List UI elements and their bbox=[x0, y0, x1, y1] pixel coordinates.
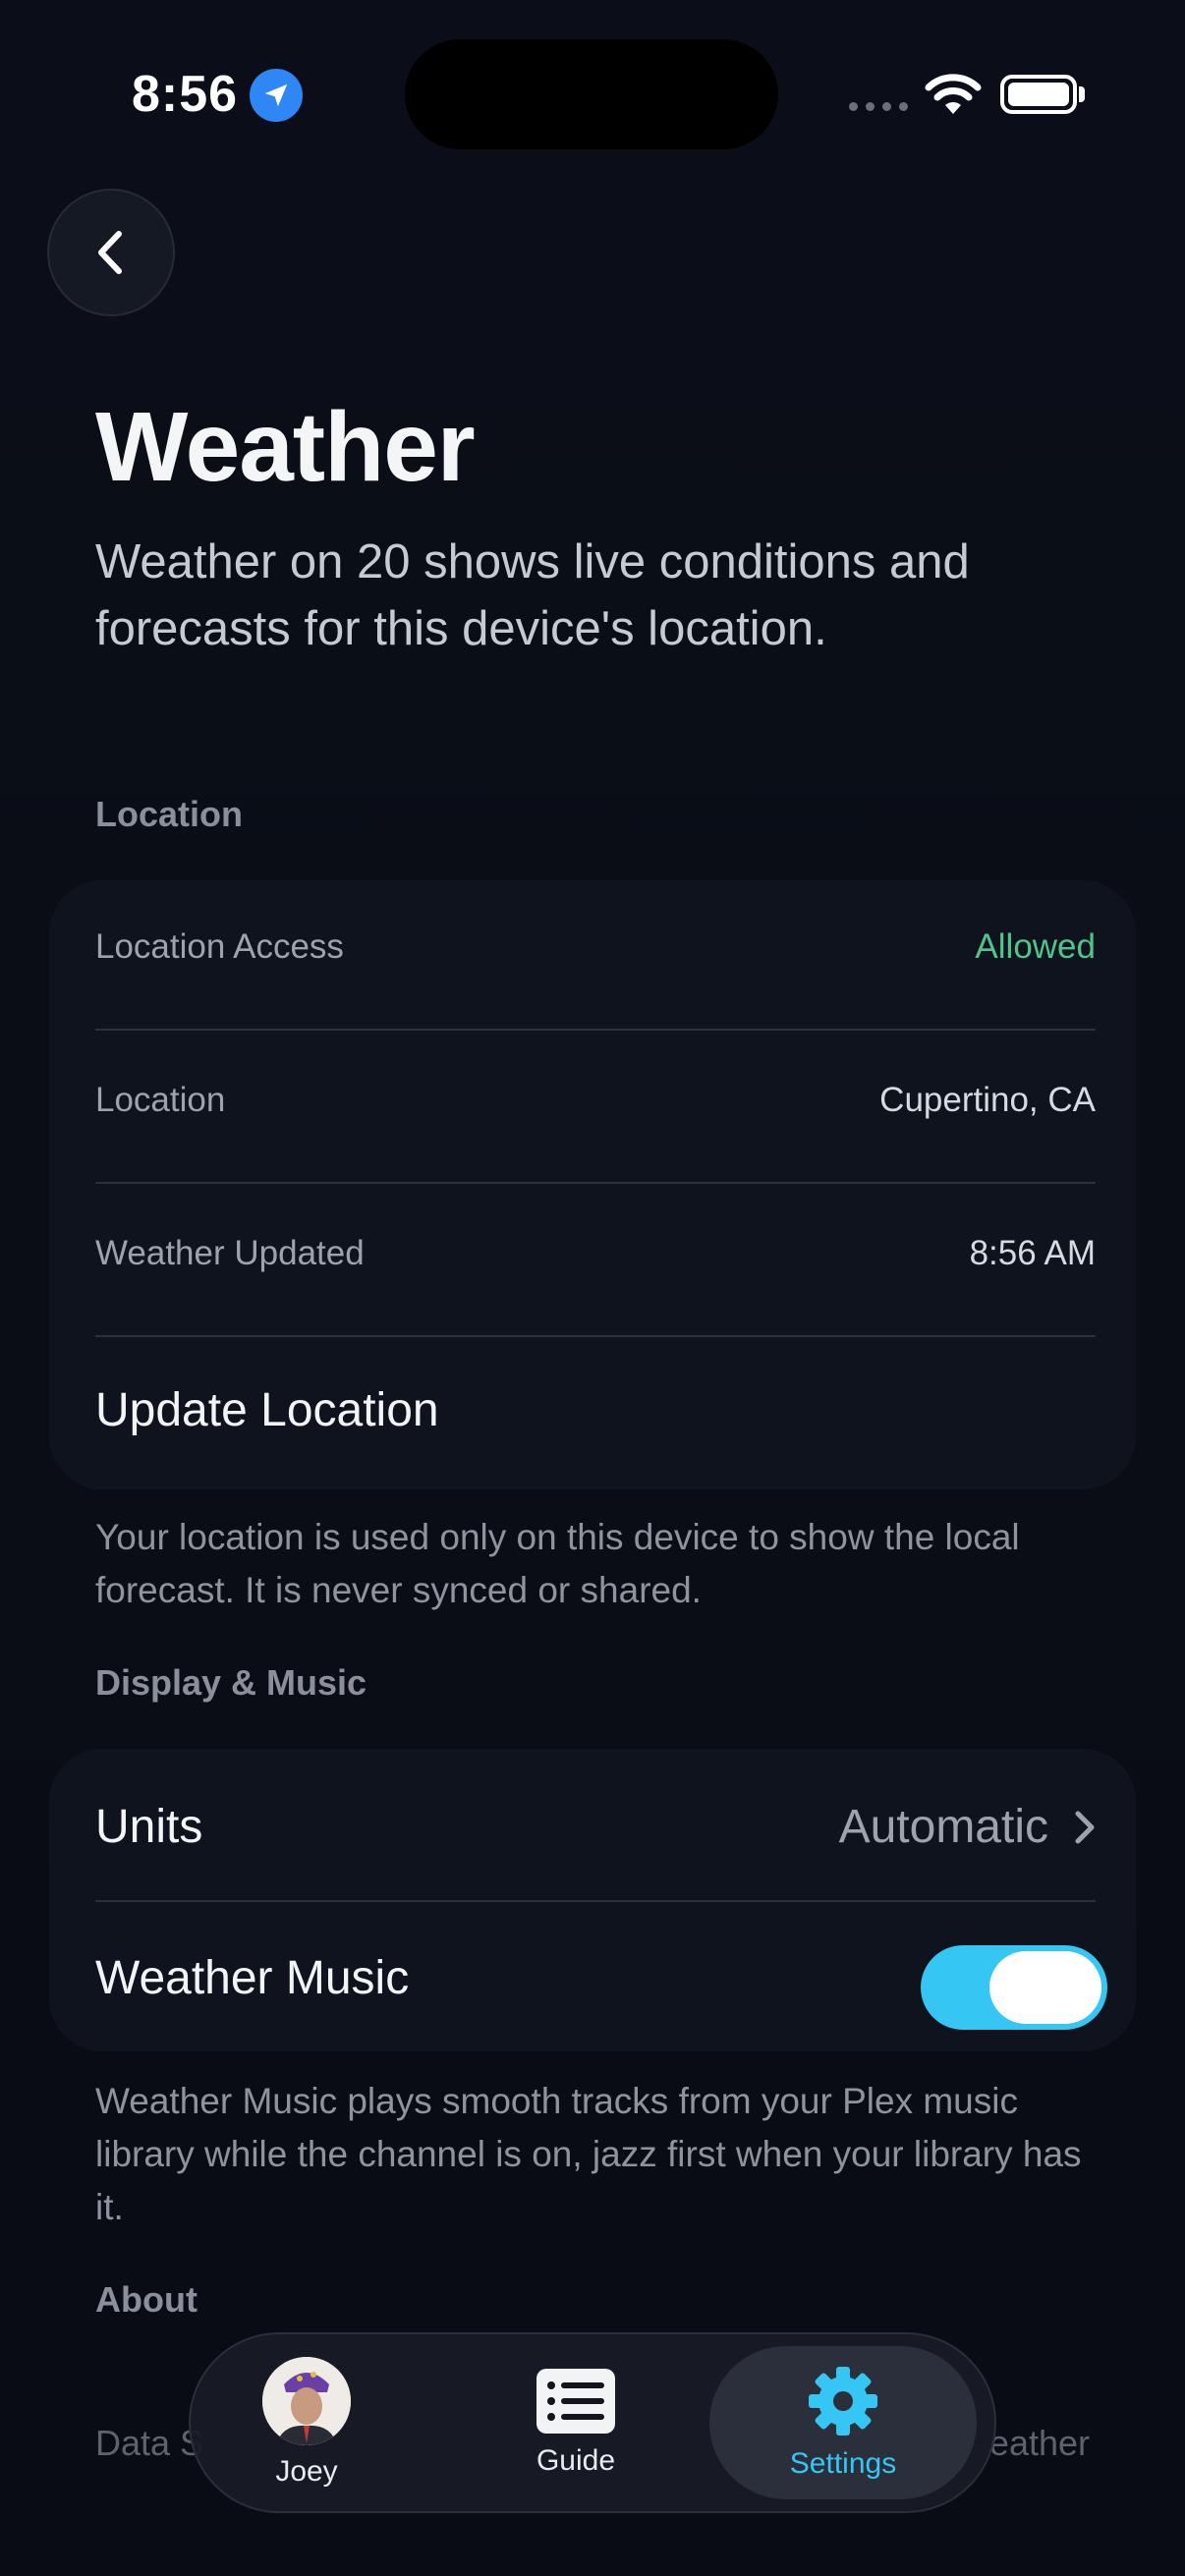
location-access-label: Location Access bbox=[95, 927, 344, 966]
display-music-card: Units Automatic Weather Music bbox=[49, 1749, 1136, 2051]
status-time: 8:56 bbox=[132, 66, 239, 123]
location-access-value: Allowed bbox=[975, 927, 1096, 966]
divider bbox=[95, 1182, 1096, 1184]
list-icon bbox=[536, 2369, 615, 2434]
section-header-about: About bbox=[95, 2279, 198, 2320]
back-button[interactable] bbox=[47, 189, 175, 316]
location-access-row: Location Access Allowed bbox=[95, 927, 1096, 967]
weather-music-label: Weather Music bbox=[95, 1952, 410, 2004]
chevron-left-icon bbox=[98, 231, 122, 274]
tab-label: Settings bbox=[789, 2447, 897, 2480]
section-header-display-music: Display & Music bbox=[95, 1662, 367, 1703]
dynamic-island bbox=[405, 39, 778, 149]
divider bbox=[95, 1335, 1096, 1337]
status-bar: 8:56 bbox=[0, 0, 1185, 187]
divider bbox=[95, 1900, 1096, 1902]
weather-settings-screen: 8:56 Weather Weather on 20 shows live co… bbox=[0, 0, 1185, 2576]
music-footnote: Weather Music plays smooth tracks from y… bbox=[95, 2081, 1082, 2227]
tab-joey[interactable]: Joey bbox=[208, 2334, 405, 2511]
toggle-knob bbox=[989, 1951, 1101, 2024]
gear-icon bbox=[809, 2367, 877, 2436]
tab-label: Joey bbox=[275, 2455, 338, 2488]
tab-guide[interactable]: Guide bbox=[478, 2334, 674, 2511]
battery-nub bbox=[1079, 86, 1085, 102]
units-row[interactable]: Units Automatic bbox=[95, 1800, 1096, 1854]
tab-settings[interactable]: Settings bbox=[709, 2346, 977, 2499]
data-source-label: Data S bbox=[95, 2423, 204, 2463]
wifi-icon bbox=[925, 74, 982, 114]
update-location-label: Update Location bbox=[95, 1384, 439, 1436]
location-card: Location Access Allowed Location Cuperti… bbox=[49, 880, 1136, 1489]
tab-label: Guide bbox=[536, 2444, 616, 2477]
units-label: Units bbox=[95, 1801, 203, 1853]
location-label: Location bbox=[95, 1081, 226, 1119]
page-subtitle: Weather on 20 shows live conditions and … bbox=[95, 535, 970, 655]
chevron-right-icon bbox=[1075, 1811, 1095, 1843]
weather-updated-value: 8:56 AM bbox=[969, 1234, 1096, 1272]
location-value: Cupertino, CA bbox=[879, 1081, 1096, 1119]
section-header-location: Location bbox=[95, 794, 243, 834]
location-row: Location Cupertino, CA bbox=[95, 1081, 1096, 1120]
page-title: Weather bbox=[95, 392, 476, 502]
tab-bar: Joey Guide Settings bbox=[189, 2332, 996, 2513]
battery-icon bbox=[1000, 75, 1077, 114]
location-footnote: Your location is used only on this devic… bbox=[95, 1517, 1020, 1610]
location-arrow-icon bbox=[250, 69, 303, 122]
divider bbox=[95, 1029, 1096, 1031]
units-value-group: Automatic bbox=[839, 1800, 1096, 1854]
data-source-value: eather bbox=[988, 2423, 1090, 2463]
weather-updated-row: Weather Updated 8:56 AM bbox=[95, 1234, 1096, 1273]
cellular-signal-icon bbox=[849, 102, 908, 111]
weather-music-toggle[interactable] bbox=[921, 1945, 1107, 2030]
weather-music-row: Weather Music bbox=[95, 1945, 1107, 2030]
weather-updated-label: Weather Updated bbox=[95, 1234, 365, 1272]
update-location-button[interactable]: Update Location bbox=[95, 1383, 1096, 1437]
avatar-icon bbox=[262, 2357, 351, 2445]
units-value: Automatic bbox=[838, 1801, 1048, 1853]
